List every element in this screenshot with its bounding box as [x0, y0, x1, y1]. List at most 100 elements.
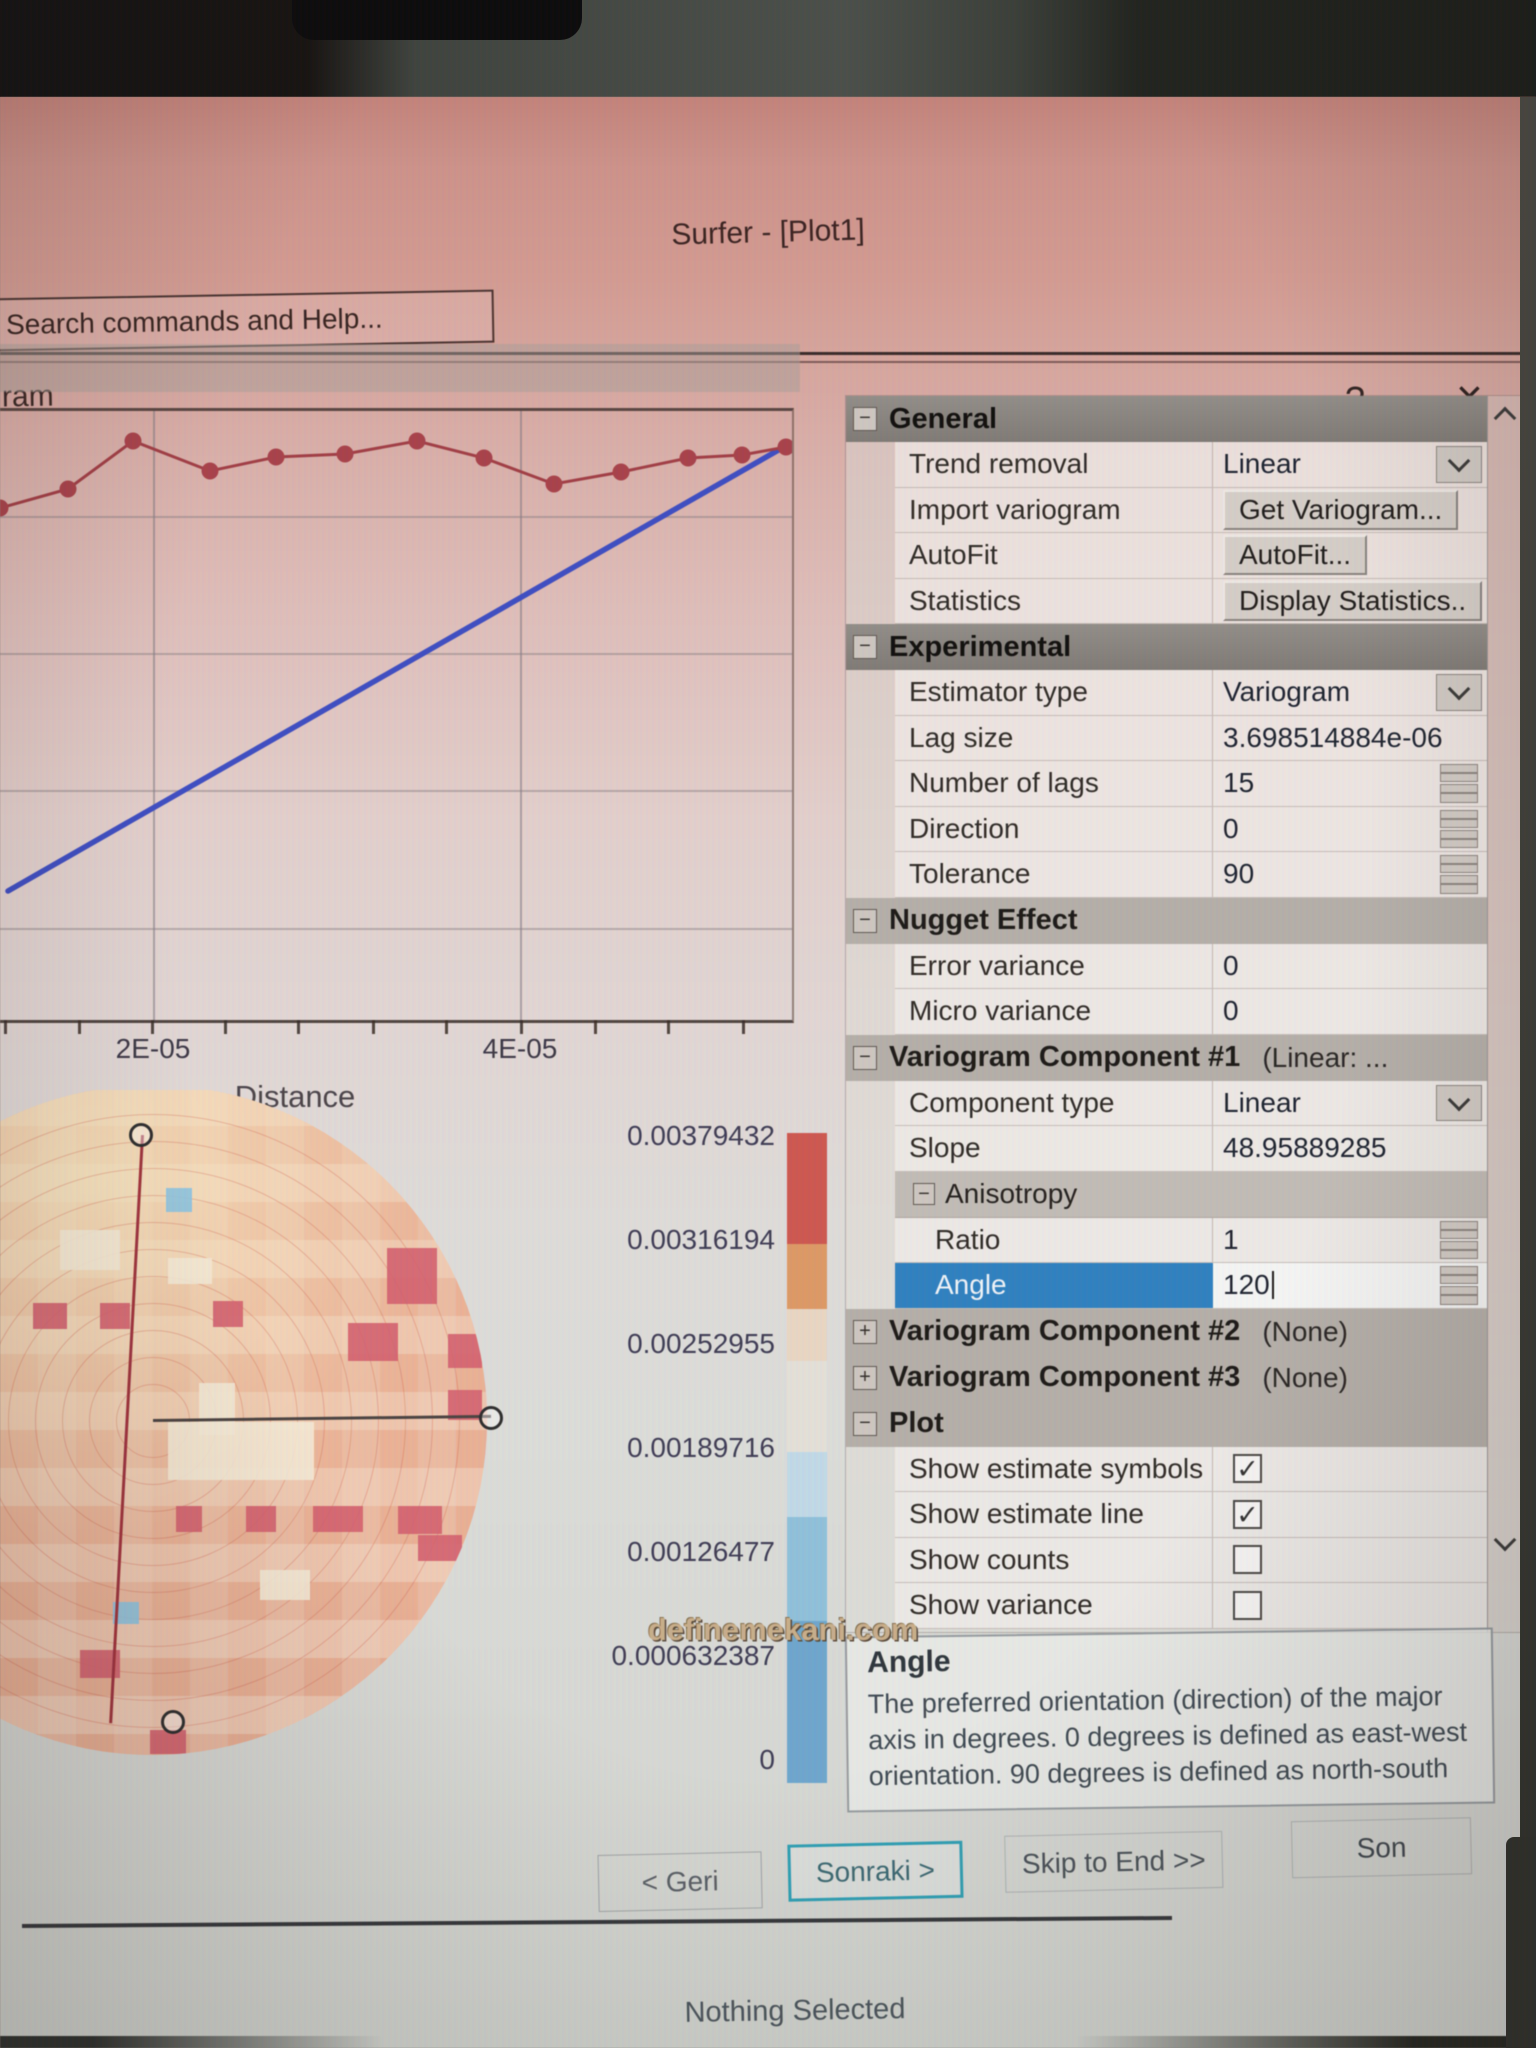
- spinner-up-icon[interactable]: [1440, 1221, 1478, 1239]
- get-variogram-button[interactable]: Get Variogram...: [1223, 490, 1458, 530]
- property-label: Show estimate symbols: [895, 1447, 1213, 1492]
- axis-tick: [224, 1020, 227, 1034]
- section-header-experimental[interactable]: −Experimental: [846, 624, 1488, 670]
- expand-icon[interactable]: +: [853, 1366, 877, 1390]
- collapse-icon[interactable]: −: [853, 407, 877, 431]
- property-value: 3.698514884e-06: [1213, 716, 1488, 761]
- subsection-header-anisotropy[interactable]: −Anisotropy: [895, 1172, 1488, 1218]
- major-axis-line[interactable]: [109, 1135, 144, 1723]
- property-label: Angle: [895, 1263, 1213, 1308]
- search-input[interactable]: Search commands and Help...: [0, 290, 494, 352]
- property-label: Import variogram: [895, 488, 1213, 533]
- screen-photo: Surfer - [Plot1] Search commands and Hel…: [0, 0, 1536, 2048]
- section-suffix: (Linear: ...: [1262, 1042, 1388, 1074]
- dropdown-button[interactable]: [1436, 674, 1482, 711]
- section-label: Nugget Effect: [889, 904, 1078, 937]
- expand-icon[interactable]: +: [853, 1320, 877, 1344]
- autofit-button[interactable]: AutoFit...: [1223, 535, 1367, 575]
- color-scale-value: 0.00316194: [525, 1224, 775, 1256]
- section-header-variogram-component-3[interactable]: +Variogram Component #3(None): [846, 1355, 1488, 1401]
- property-row-autofit: AutoFitAutoFit...: [895, 533, 1488, 579]
- property-row-statistics: StatisticsDisplay Statistics..: [895, 579, 1488, 625]
- property-value: ✓: [1213, 1492, 1488, 1537]
- dropdown-button[interactable]: [1436, 446, 1482, 483]
- checkbox-unchecked[interactable]: [1233, 1591, 1262, 1620]
- back-button[interactable]: < Geri: [597, 1851, 762, 1912]
- axis-handle-bottom[interactable]: [161, 1710, 185, 1734]
- property-value: 120: [1213, 1263, 1488, 1308]
- variogram-point: [0, 500, 9, 517]
- section-header-variogram-component-2[interactable]: +Variogram Component #2(None): [846, 1309, 1488, 1355]
- spinner[interactable]: [1440, 1265, 1478, 1306]
- property-value: 15: [1213, 761, 1488, 806]
- variogram-point: [613, 464, 630, 481]
- display-statistics-button[interactable]: Display Statistics..: [1223, 581, 1482, 621]
- value-text[interactable]: 1: [1223, 1224, 1239, 1256]
- value-text[interactable]: Variogram: [1223, 676, 1350, 708]
- spinner-down-icon[interactable]: [1440, 875, 1478, 893]
- checkbox-unchecked[interactable]: [1233, 1545, 1262, 1574]
- variogram-point: [476, 450, 493, 467]
- collapse-icon[interactable]: −: [853, 909, 877, 933]
- checkbox-checked[interactable]: ✓: [1233, 1500, 1262, 1529]
- spinner-down-icon[interactable]: [1440, 784, 1478, 802]
- section-header-variogram-component-1[interactable]: −Variogram Component #1 (Linear: ...: [846, 1035, 1488, 1081]
- scroll-up-icon[interactable]: [1488, 402, 1522, 426]
- property-label: Statistics: [895, 579, 1213, 624]
- finish-button[interactable]: Son: [1291, 1817, 1472, 1878]
- spinner-up-icon[interactable]: [1440, 855, 1478, 873]
- collapse-icon[interactable]: −: [853, 635, 877, 659]
- axis-tick: [520, 1020, 523, 1034]
- spinner-down-icon[interactable]: [1440, 1286, 1478, 1304]
- variogram-curves: [0, 411, 792, 1020]
- value-text[interactable]: 0: [1223, 950, 1239, 982]
- next-button[interactable]: Sonraki >: [787, 1841, 963, 1902]
- section-header-general[interactable]: −General: [846, 396, 1488, 442]
- section-header-nugget-effect[interactable]: −Nugget Effect: [846, 898, 1488, 944]
- scroll-down-icon[interactable]: [1488, 1538, 1522, 1548]
- value-text[interactable]: 0: [1223, 995, 1239, 1027]
- property-row-lag-size: Lag size3.698514884e-06: [895, 716, 1488, 762]
- section-label: Variogram Component #1: [889, 1041, 1240, 1074]
- value-text[interactable]: 0: [1223, 813, 1239, 845]
- value-text[interactable]: 48.95889285: [1223, 1132, 1387, 1164]
- estimate-line: [8, 444, 789, 891]
- property-row-trend-removal: Trend removalLinear: [895, 442, 1488, 488]
- spinner[interactable]: [1440, 854, 1478, 895]
- spinner-down-icon[interactable]: [1440, 830, 1478, 848]
- text-cursor: [1272, 1271, 1275, 1299]
- spinner-down-icon[interactable]: [1440, 1241, 1478, 1259]
- axis-handle-top[interactable]: [129, 1123, 153, 1147]
- variogram-plot: [0, 408, 794, 1023]
- value-text[interactable]: 15: [1223, 767, 1254, 799]
- variogram-point: [337, 446, 354, 463]
- value-text[interactable]: Linear: [1223, 448, 1301, 480]
- scrollbar[interactable]: [1487, 396, 1522, 1632]
- skip-to-end-button[interactable]: Skip to End >>: [1004, 1831, 1223, 1893]
- section-header-plot[interactable]: −Plot: [846, 1401, 1488, 1447]
- value-text[interactable]: 3.698514884e-06: [1223, 722, 1443, 754]
- value-text[interactable]: 90: [1223, 858, 1254, 890]
- spinner-up-icon[interactable]: [1440, 764, 1478, 782]
- spinner-up-icon[interactable]: [1440, 1266, 1478, 1284]
- axis-tick: [445, 1020, 448, 1034]
- collapse-icon[interactable]: −: [853, 1046, 877, 1070]
- collapse-icon[interactable]: −: [913, 1183, 935, 1205]
- value-text[interactable]: 120: [1223, 1269, 1270, 1301]
- property-value: [1213, 1538, 1488, 1583]
- spinner[interactable]: [1440, 809, 1478, 850]
- plot-header-band: [0, 344, 800, 392]
- dropdown-button[interactable]: [1436, 1085, 1482, 1122]
- color-scale-segment: [787, 1452, 827, 1517]
- property-row-component-type: Component typeLinear: [895, 1081, 1488, 1127]
- axis-handle-right[interactable]: [479, 1406, 503, 1430]
- color-scale-segment: [787, 1309, 827, 1361]
- spinner[interactable]: [1440, 763, 1478, 804]
- value-text[interactable]: Linear: [1223, 1087, 1301, 1119]
- spinner-up-icon[interactable]: [1440, 810, 1478, 828]
- checkbox-checked[interactable]: ✓: [1233, 1454, 1262, 1483]
- screen-bottom-edge: [0, 2036, 1536, 2048]
- collapse-icon[interactable]: −: [853, 1412, 877, 1436]
- spinner[interactable]: [1440, 1220, 1478, 1261]
- minor-axis-line[interactable]: [153, 1415, 491, 1422]
